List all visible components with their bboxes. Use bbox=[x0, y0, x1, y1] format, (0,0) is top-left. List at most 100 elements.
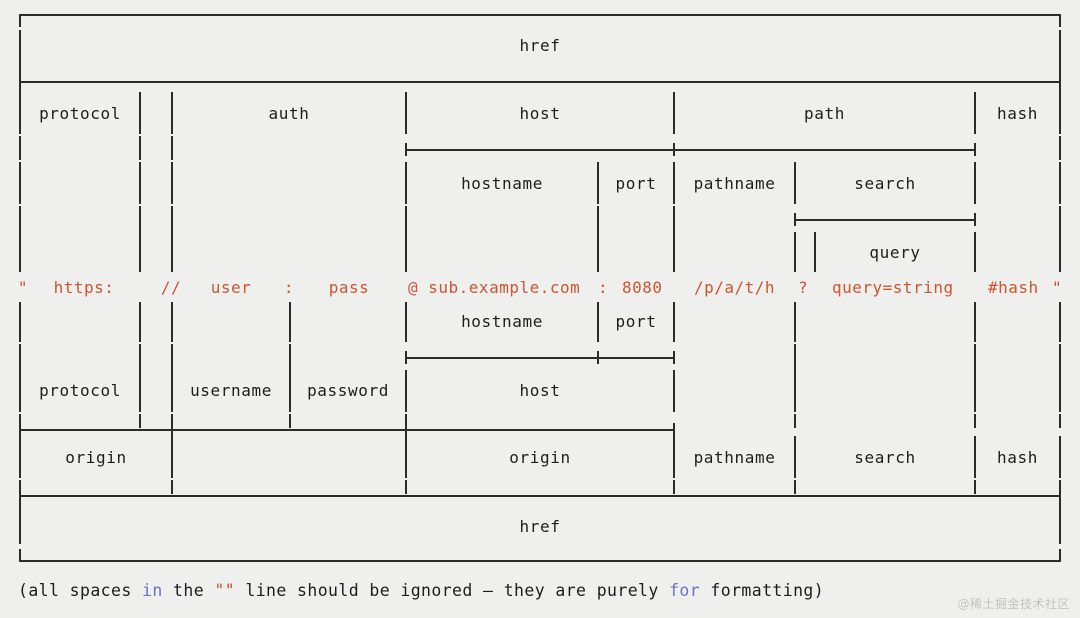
bar-search-right-r4b bbox=[974, 344, 976, 370]
caption-part-2: the bbox=[162, 581, 215, 600]
label-username: username bbox=[190, 381, 272, 400]
host-bottom-tick-left bbox=[405, 351, 407, 364]
bar-c0-r2b bbox=[19, 206, 21, 232]
url-password: pass bbox=[328, 278, 370, 297]
bar-c1-r4 bbox=[139, 302, 141, 342]
url-slashes: // bbox=[160, 278, 182, 297]
bar-password-left-r5b bbox=[289, 414, 291, 428]
bar-search-left-r3 bbox=[794, 232, 796, 272]
label-hostname-top: hostname bbox=[461, 174, 543, 193]
bar-c1-r1b bbox=[139, 136, 141, 160]
bar-origin-right-r6b bbox=[673, 480, 675, 494]
href-top-rule-lower bbox=[20, 81, 1060, 83]
label-search-top: search bbox=[854, 174, 916, 193]
url-auth-colon: : bbox=[283, 278, 295, 297]
caption-part-3: line should be ignored — they are purely bbox=[235, 581, 670, 600]
origin-tick-c3 bbox=[405, 423, 407, 436]
label-protocol-top: protocol bbox=[39, 104, 121, 123]
href-bottom-lower-tick-right bbox=[1059, 549, 1061, 562]
bar-c2-r2 bbox=[171, 162, 173, 204]
bar-c0-r2 bbox=[19, 162, 21, 204]
host-bracket-tick-left bbox=[405, 143, 407, 156]
url-host: @ sub.example.com bbox=[408, 278, 581, 297]
host-bracket-tick-right bbox=[974, 143, 976, 156]
bar-port-left-r2b bbox=[597, 206, 599, 232]
label-password: password bbox=[307, 381, 389, 400]
caption-empty-string: "" bbox=[214, 581, 236, 600]
bar-pathname-r4b bbox=[794, 344, 796, 370]
bar-c2-r6b bbox=[171, 480, 173, 494]
caption-part-1: (all spaces bbox=[18, 581, 143, 600]
label-protocol-bottom: protocol bbox=[39, 381, 121, 400]
bar-pathname-left-r3 bbox=[673, 232, 675, 272]
href-top-tick-left bbox=[19, 14, 21, 27]
label-host-top: host bbox=[519, 104, 561, 123]
url-hash: #hash bbox=[988, 278, 1039, 297]
host-bracket-rule bbox=[406, 149, 975, 151]
url-port-colon: : bbox=[598, 278, 609, 297]
label-port-top: port bbox=[615, 174, 657, 193]
href-top-rule-upper bbox=[20, 14, 1060, 16]
url-question-mark: ? bbox=[798, 278, 809, 297]
bar-c2-r1b bbox=[171, 136, 173, 160]
bar-hostname-left-r3 bbox=[405, 232, 407, 272]
bar-c2-r4b bbox=[171, 344, 173, 370]
origin-tick-c2 bbox=[171, 423, 173, 436]
search-bracket-tick-left bbox=[794, 213, 796, 226]
bar-c1-r5b bbox=[139, 414, 141, 428]
bar-search-right-r5 bbox=[974, 370, 976, 412]
bar-c6-r4b bbox=[1059, 344, 1061, 370]
bar-c3-r6b bbox=[405, 480, 407, 494]
bar-c1-r2b bbox=[139, 206, 141, 232]
host-bottom-bracket-rule bbox=[406, 357, 674, 359]
search-bracket-rule bbox=[795, 219, 975, 221]
bar-search-left-r6b bbox=[794, 480, 796, 494]
bar-pathname-r4 bbox=[794, 302, 796, 342]
href-bottom-lower-tick-left bbox=[19, 549, 21, 562]
label-auth: auth bbox=[268, 104, 310, 123]
host-bracket-tick-mid bbox=[673, 143, 675, 156]
origin-tick-right bbox=[673, 423, 675, 436]
bar-c0-r3 bbox=[19, 232, 21, 272]
caption-note: (all spaces in the "" line should be ign… bbox=[18, 581, 825, 600]
bar-c6-r2b bbox=[1059, 206, 1061, 232]
label-path: path bbox=[804, 104, 845, 123]
label-hash-top: hash bbox=[997, 104, 1038, 123]
label-pathname-bottom: pathname bbox=[693, 448, 776, 467]
label-href-top: href bbox=[519, 36, 561, 55]
label-origin-right: origin bbox=[509, 448, 571, 467]
bar-c2-r2b bbox=[171, 206, 173, 232]
bar-hostname-left-r2b bbox=[405, 206, 407, 232]
label-host-bottom: host bbox=[519, 381, 561, 400]
label-href-bottom: href bbox=[519, 517, 561, 536]
bar-password-left-r4b bbox=[289, 344, 291, 370]
label-search-bottom: search bbox=[854, 448, 916, 467]
url-anatomy-diagram: href protocol auth host path hash hostna… bbox=[0, 0, 1080, 618]
href-bottom-rule-upper bbox=[20, 495, 1060, 497]
bar-port-left-r3 bbox=[597, 232, 599, 272]
search-bracket-tick-right bbox=[974, 213, 976, 226]
caption-part-4: formatting) bbox=[700, 581, 825, 600]
bar-pathname-left-r2b bbox=[673, 206, 675, 232]
host-bottom-tick-mid bbox=[597, 351, 599, 364]
bar-c2-r3 bbox=[171, 232, 173, 272]
url-protocol: https: bbox=[53, 278, 115, 297]
host-bottom-tick-right bbox=[673, 351, 675, 364]
bar-c1-r4b bbox=[139, 344, 141, 370]
href-bottom-upper-tick-left bbox=[19, 489, 21, 502]
label-port-bottom: port bbox=[615, 312, 657, 331]
bar-pathname-r5b bbox=[794, 414, 796, 428]
url-query: query=string bbox=[832, 278, 954, 297]
bar-c6-r5b bbox=[1059, 414, 1061, 428]
bar-password-left-r4 bbox=[289, 302, 291, 342]
bar-c1-r2 bbox=[139, 162, 141, 204]
bar-c6-r3 bbox=[1059, 232, 1061, 272]
label-query: query bbox=[869, 243, 921, 262]
label-hostname-bottom: hostname bbox=[461, 312, 543, 331]
url-username: user bbox=[210, 278, 252, 297]
bar-search-right-r4 bbox=[974, 302, 976, 342]
bar-c6-r2 bbox=[1059, 162, 1061, 204]
watermark-label: @稀土掘金技术社区 bbox=[957, 597, 1070, 611]
label-origin-left: origin bbox=[65, 448, 127, 467]
bar-c0-r4b bbox=[19, 344, 21, 370]
